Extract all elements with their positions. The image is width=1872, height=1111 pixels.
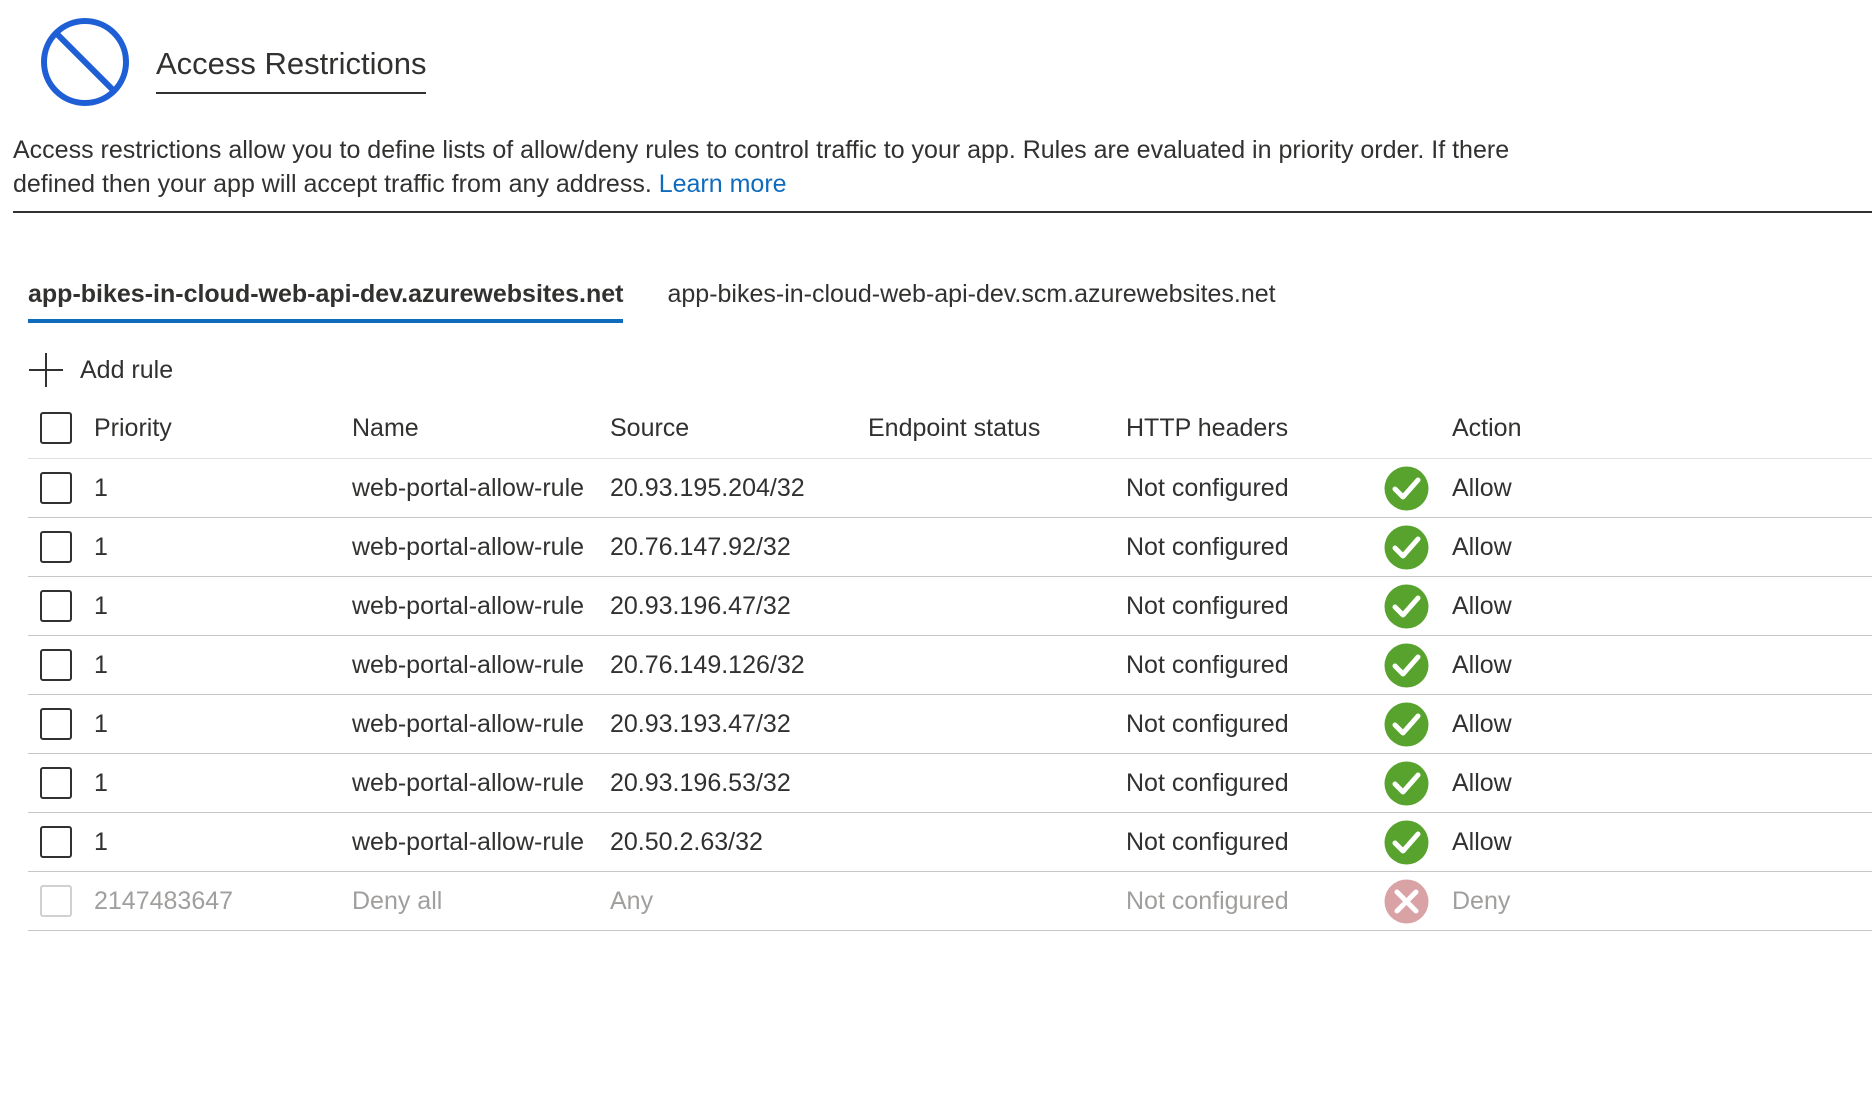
http-headers-cell: Not configured [1126,473,1289,502]
http-headers-cell: Not configured [1126,591,1289,620]
column-header-source[interactable]: Source [610,398,689,458]
priority-cell: 1 [94,827,108,856]
divider [13,211,1872,213]
action-status-cell [1384,636,1429,694]
row-checkbox[interactable] [40,826,72,858]
name-cell: web-portal-allow-rule [352,650,585,679]
action-cell: Allow [1452,591,1512,620]
row-checkbox[interactable] [40,531,72,563]
table-row[interactable]: 1 web-portal-allow-rule 20.50.2.63/32 No… [28,813,1872,872]
source-cell: 20.76.147.92/32 [610,532,791,561]
http-headers-cell: Not configured [1126,886,1289,915]
page-header [38,14,132,110]
tab-scm-site[interactable]: app-bikes-in-cloud-web-api-dev.scm.azure… [667,280,1275,323]
table-header-row: Priority Name Source Endpoint status HTT… [28,398,1872,459]
name-cell: web-portal-allow-rule [352,827,585,856]
description-line-2: defined then your app will accept traffi… [13,167,1872,201]
row-checkbox[interactable] [40,649,72,681]
column-header-endpoint-status[interactable]: Endpoint status [868,398,1040,458]
check-circle-icon [1384,820,1429,864]
priority-cell: 1 [94,473,108,502]
table-row-deny-all: 2147483647 Deny all Any Not configured D… [28,872,1872,931]
action-status-cell [1384,813,1429,871]
description-line-1: Access restrictions allow you to define … [13,136,1510,164]
check-circle-icon [1384,761,1429,805]
check-circle-icon [1384,643,1429,687]
plus-icon [29,353,63,387]
action-status-cell [1384,695,1429,753]
check-circle-icon [1384,466,1429,510]
column-header-action[interactable]: Action [1452,398,1521,458]
source-cell: Any [610,886,654,915]
table-row[interactable]: 1 web-portal-allow-rule 20.93.193.47/32 … [28,695,1872,754]
action-status-cell [1384,577,1429,635]
priority-cell: 1 [94,591,108,620]
action-status-cell [1384,754,1429,812]
action-cell: Deny [1452,886,1511,915]
table-row[interactable]: 1 web-portal-allow-rule 20.76.147.92/32 … [28,518,1872,577]
row-checkbox[interactable] [40,472,72,504]
add-rule-button[interactable]: Add rule [28,352,173,388]
table-row[interactable]: 1 web-portal-allow-rule 20.93.196.53/32 … [28,754,1872,813]
priority-cell: 1 [94,650,108,679]
column-header-priority[interactable]: Priority [94,398,172,458]
table-row[interactable]: 1 web-portal-allow-rule 20.93.196.47/32 … [28,577,1872,636]
action-cell: Allow [1452,827,1512,856]
name-cell: web-portal-allow-rule [352,473,585,502]
table-row[interactable]: 1 web-portal-allow-rule 20.76.149.126/32… [28,636,1872,695]
check-circle-icon [1384,702,1429,746]
http-headers-cell: Not configured [1126,709,1289,738]
description-text: defined then your app will accept traffi… [13,170,659,198]
column-header-http-headers[interactable]: HTTP headers [1126,398,1288,458]
action-cell: Allow [1452,768,1512,797]
action-status-cell [1384,459,1429,517]
add-rule-label: Add rule [80,355,174,384]
action-cell: Allow [1452,650,1512,679]
source-cell: 20.93.196.53/32 [610,768,791,797]
http-headers-cell: Not configured [1126,532,1289,561]
table-row[interactable]: 1 web-portal-allow-rule 20.93.195.204/32… [28,459,1872,518]
name-cell: web-portal-allow-rule [352,709,585,738]
name-cell: web-portal-allow-rule [352,768,585,797]
priority-cell: 2147483647 [94,886,234,915]
check-circle-icon [1384,525,1429,569]
column-header-name[interactable]: Name [352,398,419,458]
http-headers-cell: Not configured [1126,827,1289,856]
action-status-cell [1384,518,1429,576]
row-checkbox-disabled [40,885,72,917]
row-checkbox[interactable] [40,590,72,622]
check-circle-icon [1384,584,1429,628]
name-cell: Deny all [352,886,443,915]
name-cell: web-portal-allow-rule [352,591,585,620]
action-cell: Allow [1452,532,1512,561]
source-cell: 20.50.2.63/32 [610,827,763,856]
priority-cell: 1 [94,709,108,738]
site-tabs: app-bikes-in-cloud-web-api-dev.azurewebs… [28,280,1320,323]
rules-table: Priority Name Source Endpoint status HTT… [28,398,1872,931]
tab-main-site[interactable]: app-bikes-in-cloud-web-api-dev.azurewebs… [28,280,624,323]
select-all-checkbox[interactable] [40,412,72,444]
description: Access restrictions allow you to define … [13,133,1872,201]
source-cell: 20.93.193.47/32 [610,709,791,738]
source-cell: 20.93.196.47/32 [610,591,791,620]
source-cell: 20.93.195.204/32 [610,473,805,502]
http-headers-cell: Not configured [1126,650,1289,679]
page-title: Access Restrictions [156,46,427,94]
http-headers-cell: Not configured [1126,768,1289,797]
name-cell: web-portal-allow-rule [352,532,585,561]
deny-circle-icon [1384,879,1429,923]
source-cell: 20.76.149.126/32 [610,650,805,679]
learn-more-link[interactable]: Learn more [659,170,787,198]
priority-cell: 1 [94,768,108,797]
action-cell: Allow [1452,473,1512,502]
blocked-icon [41,18,129,106]
action-cell: Allow [1452,709,1512,738]
row-checkbox[interactable] [40,708,72,740]
priority-cell: 1 [94,532,108,561]
action-status-cell [1384,872,1429,930]
row-checkbox[interactable] [40,767,72,799]
